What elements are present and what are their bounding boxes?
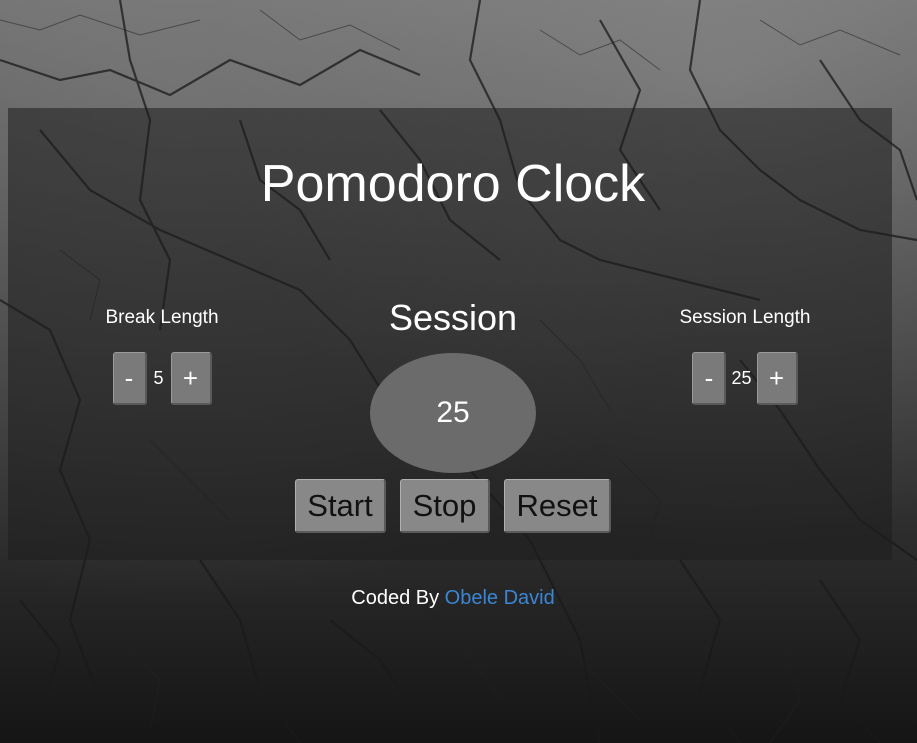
page-title: Pomodoro Clock	[260, 155, 646, 213]
session-length-control: Session Length - 25 +	[645, 306, 845, 405]
break-decrement-button[interactable]: -	[112, 352, 147, 405]
break-increment-button[interactable]: +	[170, 352, 212, 405]
session-length-label: Session Length	[679, 307, 811, 328]
timer-actions: Start Stop Reset	[295, 479, 611, 533]
session-decrement-button[interactable]: -	[692, 352, 727, 405]
reset-button[interactable]: Reset	[504, 479, 611, 533]
break-length-value: 5	[153, 368, 164, 388]
timer-value: 25	[436, 396, 470, 429]
break-length-control: Break Length - 5 +	[62, 306, 262, 405]
footer-prefix: Coded By	[351, 587, 440, 609]
session-length-value: 25	[731, 368, 752, 388]
break-length-stepper: - 5 +	[62, 352, 262, 405]
start-button[interactable]: Start	[295, 479, 386, 533]
break-length-label: Break Length	[105, 307, 219, 328]
stop-button[interactable]: Stop	[400, 479, 490, 533]
timer-mode-label: Session	[388, 297, 518, 338]
timer-display[interactable]: 25	[370, 353, 536, 473]
footer-credit: Coded By Obele David	[0, 586, 906, 610]
session-length-stepper: - 25 +	[645, 352, 845, 405]
author-link[interactable]: Obele David	[445, 587, 555, 609]
session-increment-button[interactable]: +	[756, 352, 798, 405]
